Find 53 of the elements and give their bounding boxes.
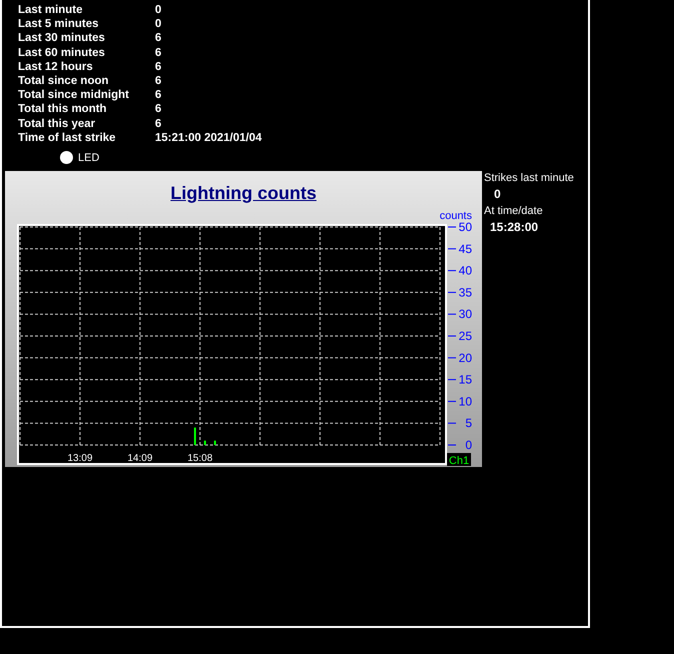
stat-value: 15:21:00 2021/01/04 (155, 130, 263, 146)
y-tick-label: 45 (458, 242, 472, 256)
chart-title: Lightning counts (170, 183, 316, 204)
tick-mark (448, 379, 456, 380)
y-axis-label: counts (440, 210, 472, 222)
y-tick-label: 10 (458, 394, 472, 408)
led-label: LED (78, 152, 100, 164)
y-tick-label: 40 (458, 264, 472, 278)
y-tick-label: 25 (458, 329, 472, 344)
stat-label: Total since noon (18, 74, 110, 88)
y-tick-label: 0 (465, 438, 472, 452)
stat-label: Total this year (18, 116, 96, 131)
stat-value: 6 (155, 74, 162, 88)
y-tick-label: 20 (458, 350, 472, 365)
stat-label: Total since midnight (18, 88, 130, 102)
tick-mark (448, 444, 456, 446)
stat-label: Time of last strike (18, 130, 117, 146)
tick-mark (448, 314, 456, 315)
stat-value: 6 (155, 116, 162, 131)
stat-value: 0 (155, 3, 162, 18)
stat-label: Last 5 minutes (18, 17, 100, 32)
strikes-value: 0 (494, 186, 502, 204)
stat-label: Total this month (18, 102, 108, 117)
time-value: 15:28:00 (490, 219, 540, 236)
stat-label: Last minute (18, 3, 84, 18)
stat-value: 6 (155, 31, 162, 46)
stat-label: Last 60 minutes (18, 46, 106, 60)
y-tick-label: 15 (458, 372, 472, 387)
tick-mark (448, 292, 456, 293)
tick-mark (448, 270, 456, 272)
tick-mark (448, 422, 456, 424)
x-tick-label: 13:09 (67, 453, 93, 464)
x-tick-label: 15:08 (187, 453, 213, 464)
stat-value: 6 (155, 46, 162, 60)
stat-label: Last 12 hours (18, 60, 94, 74)
time-label: At time/date (484, 204, 544, 218)
y-tick-label: 5 (465, 416, 472, 430)
stat-value: 6 (155, 60, 162, 74)
tick-mark (448, 226, 456, 228)
stat-value: 6 (155, 102, 162, 117)
stat-value: 0 (155, 17, 162, 32)
y-tick-label: 50 (458, 220, 472, 234)
legend: Ch1 (447, 453, 471, 468)
stat-value: 6 (155, 88, 162, 102)
stat-label: Last 30 minutes (18, 31, 106, 46)
tick-mark (448, 357, 456, 358)
tick-mark (448, 336, 456, 337)
x-tick-label: 14:09 (127, 453, 153, 464)
strikes-label: Strikes last minute (484, 171, 574, 186)
y-tick-label: 30 (458, 307, 472, 322)
y-tick-label: 35 (458, 285, 472, 300)
tick-mark (448, 400, 456, 402)
tick-mark (448, 248, 456, 250)
